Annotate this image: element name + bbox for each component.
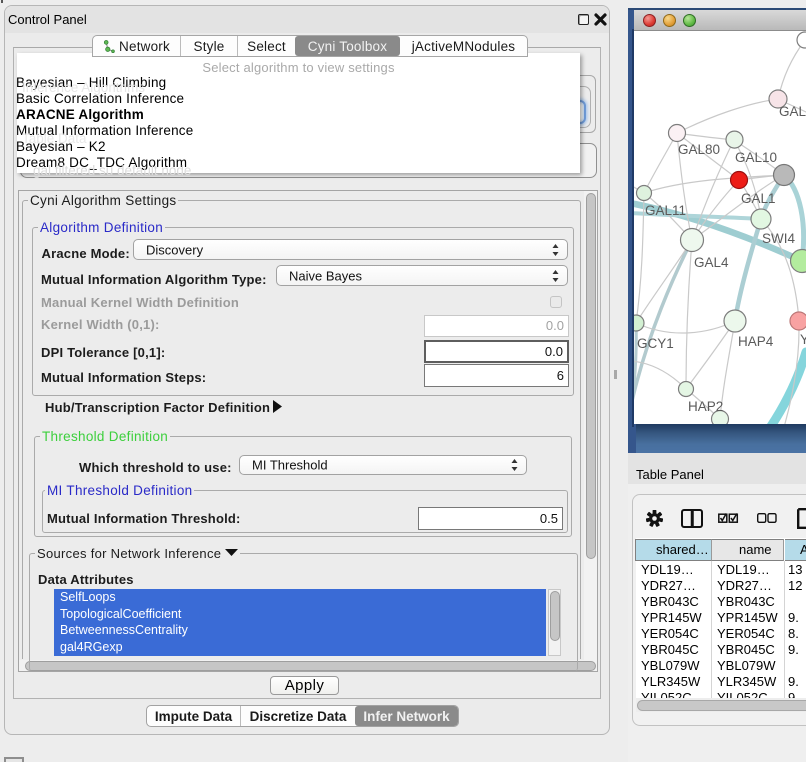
svg-text:Y: Y (800, 332, 806, 347)
svg-text:GAL80: GAL80 (678, 142, 720, 157)
svg-text:SWI4: SWI4 (762, 231, 795, 246)
svg-text:HAP4: HAP4 (738, 334, 774, 349)
svg-text:GAL10: GAL10 (735, 150, 777, 165)
svg-text:GAL7: GAL7 (779, 104, 806, 119)
svg-text:GCY1: GCY1 (637, 336, 674, 351)
svg-text:GAL1: GAL1 (741, 191, 776, 206)
svg-text:GAL11: GAL11 (645, 203, 686, 218)
svg-text:HAP2: HAP2 (688, 399, 723, 414)
svg-text:GAL4: GAL4 (694, 255, 729, 270)
